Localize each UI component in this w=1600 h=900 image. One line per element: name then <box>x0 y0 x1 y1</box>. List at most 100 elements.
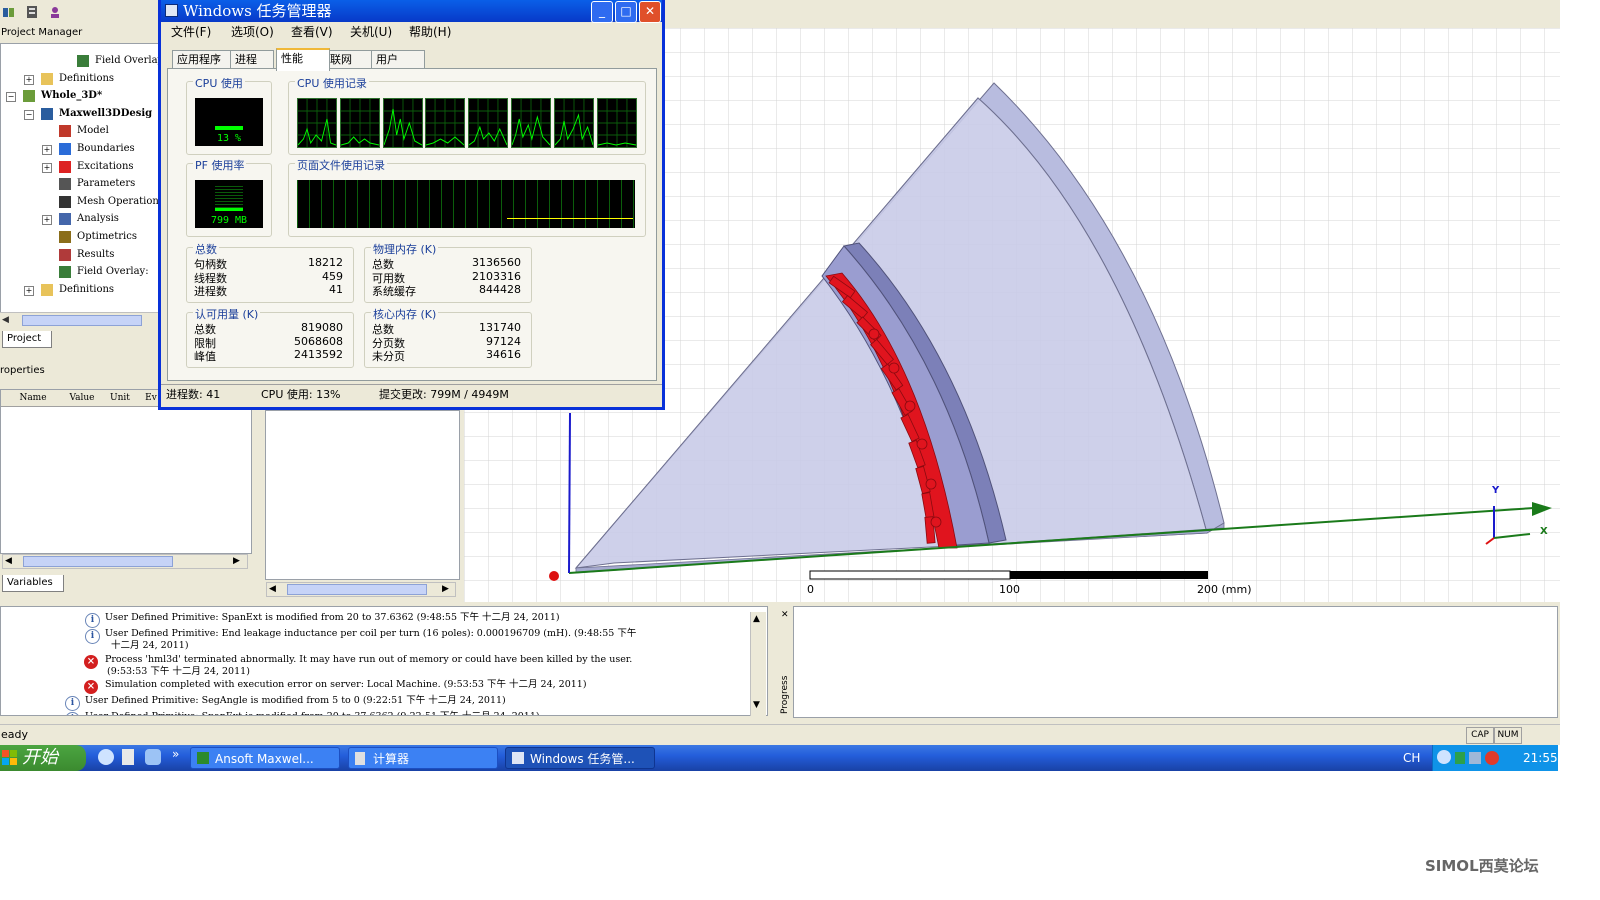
start-button[interactable]: 开始 <box>0 745 86 771</box>
quicklaunch-desktop-icon[interactable] <box>145 749 161 765</box>
menu-view[interactable]: 查看(V) <box>291 22 333 43</box>
error-icon: × <box>84 680 98 694</box>
tree-item[interactable]: − Maxwell3DDesig <box>1 106 159 122</box>
scroll-left-icon[interactable]: ◀ <box>269 584 276 594</box>
tree-item[interactable]: Mesh Operation <box>1 194 159 210</box>
scroll-left-icon[interactable]: ◀ <box>2 315 14 326</box>
tree-item[interactable]: Model <box>1 123 159 139</box>
scroll-left-icon[interactable]: ◀ <box>5 556 12 566</box>
tree-item[interactable]: Results <box>1 247 159 263</box>
menu-options[interactable]: 选项(O) <box>231 22 274 43</box>
tree-item-label: Definitions <box>59 283 115 295</box>
tree-item[interactable]: Parameters <box>1 176 159 192</box>
expand-icon[interactable]: + <box>42 162 52 173</box>
taskbar-button-calculator[interactable]: 计算器 <box>348 747 498 769</box>
y-axis-line <box>568 412 571 574</box>
tray-expand-icon[interactable] <box>1437 750 1451 764</box>
toolbar-design-icon[interactable] <box>25 5 39 19</box>
tray-taskmanager-icon[interactable] <box>1455 752 1465 764</box>
message-line[interactable]: User Defined Primitive: SegAngle is modi… <box>85 695 506 706</box>
tree-item[interactable]: + Boundaries <box>1 141 159 157</box>
expand-icon[interactable]: + <box>42 145 52 155</box>
message-line[interactable]: User Defined Primitive: End leakage indu… <box>105 628 636 639</box>
tree-item[interactable]: + Analysis <box>1 211 159 227</box>
tree-horizontal-scrollbar[interactable]: ◀ <box>0 312 160 327</box>
tree-item[interactable]: + Definitions <box>1 282 159 298</box>
tab-applications[interactable]: 应用程序 <box>172 50 238 69</box>
commit-stats-group: 认可用量 (K) 总数 819080 限制 5068608 峰值 2413592 <box>186 306 354 368</box>
expand-icon[interactable]: + <box>42 215 52 226</box>
tab-processes[interactable]: 进程 <box>230 50 274 69</box>
quicklaunch-notepad-icon[interactable] <box>122 749 134 765</box>
message-vertical-scrollbar[interactable]: ▲ ▼ <box>750 612 766 716</box>
scroll-thumb[interactable] <box>22 315 142 326</box>
pf-history-graph <box>297 180 635 228</box>
results-icon <box>59 248 71 261</box>
message-line[interactable]: User Defined Primitive: SpanExt is modif… <box>85 711 540 715</box>
maximize-button[interactable]: □ <box>615 1 637 23</box>
tree-item[interactable]: + Definitions <box>1 71 159 87</box>
expand-icon[interactable]: + <box>24 74 34 85</box>
stat-value: 41 <box>329 283 343 296</box>
column-header-value[interactable]: Value <box>65 390 100 407</box>
properties-horizontal-scrollbar[interactable]: ◀ ▶ <box>2 554 248 569</box>
toolbar-project-icon[interactable] <box>2 5 16 19</box>
tray-qq-icon[interactable] <box>1485 751 1499 765</box>
tab-project[interactable]: Project <box>2 331 52 348</box>
minimize-button[interactable]: _ <box>591 1 613 23</box>
message-line[interactable]: User Defined Primitive: SpanExt is modif… <box>105 612 560 623</box>
tree-item[interactable]: Field Overlay: <box>1 264 159 280</box>
taskbar-button-label: 计算器 <box>373 752 410 766</box>
task-manager-app-icon <box>165 4 178 17</box>
toolbar-user-icon[interactable] <box>48 5 62 19</box>
quicklaunch-ie-icon[interactable] <box>98 749 114 765</box>
taskbar-button-taskmanager[interactable]: Windows 任务管... <box>505 747 655 769</box>
tray-network-icon[interactable] <box>1469 752 1481 764</box>
totals-title: 总数 <box>193 241 219 257</box>
scroll-thumb[interactable] <box>23 556 173 567</box>
cpu-usage-meter: 13 % <box>195 98 263 146</box>
message-manager-panel[interactable]: i User Defined Primitive: SpanExt is modi… <box>0 606 768 716</box>
project-manager-title: Project Manager <box>0 27 160 43</box>
pf-meter-empty <box>215 186 243 208</box>
tree-item[interactable]: Field Overlay: <box>1 53 167 69</box>
tree-item[interactable]: + Excitations <box>1 159 159 175</box>
tree-item-label: Whole_3D* <box>41 90 103 102</box>
quicklaunch-more-icon[interactable]: » <box>172 747 179 761</box>
column-header-name[interactable]: Name <box>1 390 66 407</box>
properties-table[interactable]: Name Value Unit Ev <box>0 389 252 554</box>
tab-users[interactable]: 用户 <box>371 50 425 69</box>
stat-label: 峰值 <box>194 350 216 363</box>
physical-title: 物理内存 (K) <box>371 241 439 257</box>
collapse-icon[interactable]: − <box>24 109 34 120</box>
task-manager-title[interactable]: Windows 任务管理器 <box>161 0 662 22</box>
scroll-up-icon[interactable]: ▲ <box>753 614 760 624</box>
language-indicator[interactable]: CH <box>1403 745 1420 771</box>
menu-shutdown[interactable]: 关机(U) <box>350 22 392 43</box>
tree-item[interactable]: Optimetrics <box>1 229 159 245</box>
column-header-unit[interactable]: Unit <box>99 390 142 407</box>
message-line-continuation: 十二月 24, 2011) <box>111 640 189 651</box>
message-line[interactable]: Process 'hml3d' terminated abnormally. I… <box>105 654 632 665</box>
menu-help[interactable]: 帮助(H) <box>409 22 451 43</box>
pf-usage-group: PF 使用率 799 MB <box>186 157 272 237</box>
tree-item[interactable]: − Whole_3D* <box>1 88 159 104</box>
scroll-thumb[interactable] <box>287 584 427 595</box>
expand-icon[interactable]: + <box>24 285 34 296</box>
tab-performance[interactable]: 性能 <box>276 48 330 71</box>
project-tree[interactable]: Field Overlay: + Definitions − Whole_3D* − Max… <box>0 43 167 313</box>
collapse-icon[interactable]: − <box>6 92 16 103</box>
kernel-stats-group: 核心内存 (K) 总数 131740 分页数 97124 未分页 34616 <box>364 306 532 368</box>
message-line[interactable]: Simulation completed with execution erro… <box>105 679 587 690</box>
tab-networking[interactable]: 联网 <box>325 50 375 69</box>
scroll-down-icon[interactable]: ▼ <box>753 700 760 710</box>
detail-horizontal-scrollbar[interactable]: ◀ ▶ <box>266 582 456 597</box>
close-button[interactable]: ✕ <box>639 1 661 23</box>
tab-variables[interactable]: Variables <box>2 575 64 592</box>
task-manager-window[interactable]: Windows 任务管理器 _ □ ✕ 文件(F) 选项(O) 查看(V) 关机… <box>158 0 665 410</box>
taskbar-button-maxwell[interactable]: Ansoft Maxwel... <box>190 747 340 769</box>
close-icon[interactable]: ✕ <box>781 610 789 620</box>
menu-file[interactable]: 文件(F) <box>171 22 211 43</box>
scroll-right-icon[interactable]: ▶ <box>233 556 240 566</box>
scroll-right-icon[interactable]: ▶ <box>442 584 449 594</box>
